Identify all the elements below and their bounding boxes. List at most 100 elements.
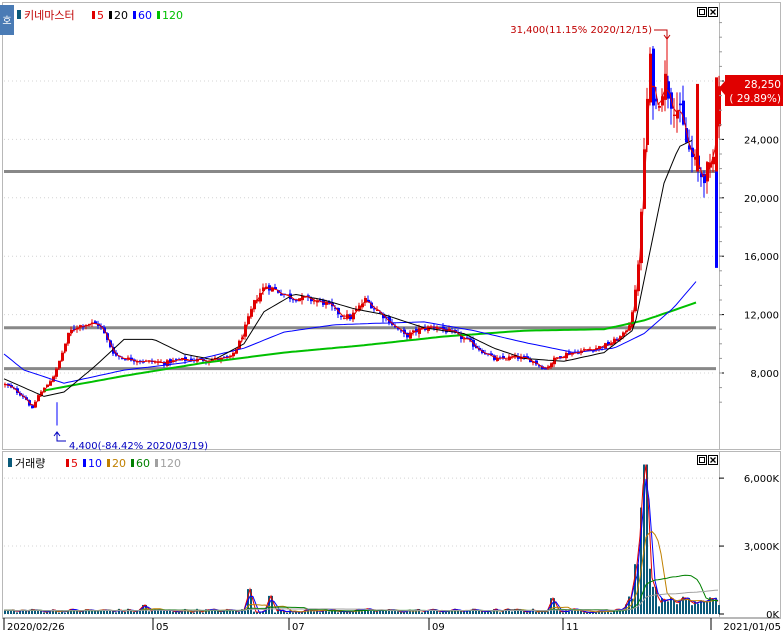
volume-bar — [652, 586, 654, 614]
volume-bar — [604, 612, 606, 614]
x-axis-label: 2021/01/05 — [723, 622, 781, 633]
volume-bar — [253, 611, 255, 614]
volume-bar — [97, 610, 99, 614]
price-tick-label: 24,000 — [744, 135, 779, 146]
volume-bar — [121, 611, 123, 614]
volume-bar — [490, 611, 492, 614]
volume-bar — [43, 612, 45, 614]
ma-legend-swatch — [133, 11, 136, 19]
price-candle-body — [124, 359, 127, 361]
volume-bar — [439, 612, 441, 614]
volume-bar — [25, 610, 27, 614]
price-candle-body — [505, 359, 508, 361]
volume-bar — [328, 611, 330, 614]
price-candle-body — [31, 405, 34, 409]
low-price-annotation: 4,400(-84.42% 2020/03/19) — [69, 441, 208, 452]
volume-tick-label: 0K — [766, 610, 779, 621]
volume-bar — [337, 612, 339, 614]
ma-legend-label: 5 — [71, 457, 78, 470]
volume-bar — [133, 611, 135, 614]
volume-bar — [28, 610, 30, 614]
volume-bar — [568, 611, 570, 614]
volume-panel-frame — [2, 451, 720, 618]
volume-tick-label: 3,000K — [744, 542, 780, 553]
volume-bar — [118, 608, 120, 614]
volume-bar — [685, 599, 687, 614]
price-candle-body — [652, 48, 655, 106]
volume-maximize-button[interactable] — [697, 455, 707, 465]
price-legend-marker — [17, 10, 21, 19]
volume-bar — [469, 611, 471, 614]
volume-bar — [484, 611, 486, 614]
volume-bar — [7, 610, 9, 614]
volume-bar — [286, 612, 288, 614]
price-axis-frame — [719, 2, 781, 450]
volume-bar — [499, 612, 501, 614]
volume-legend-marker — [8, 458, 12, 467]
volume-bar — [313, 611, 315, 614]
price-candle-body — [658, 105, 661, 108]
ma-legend-label: 120 — [160, 457, 181, 470]
volume-bar — [274, 612, 276, 614]
ma-legend-label: 10 — [88, 457, 102, 470]
volume-bar — [511, 611, 513, 614]
volume-bar — [697, 603, 699, 614]
volume-bar — [397, 611, 399, 614]
volume-bar — [718, 605, 720, 614]
volume-bar — [163, 610, 165, 614]
price-candle-body — [295, 300, 298, 302]
price-candle-body — [406, 332, 409, 338]
ma-legend-swatch — [157, 11, 160, 19]
ma-legend-label: 120 — [162, 9, 183, 22]
stock-chart: 28,00024,00020,00016,00012,0008,000 호 키네… — [0, 2, 783, 633]
x-axis: 2020/02/26 05 07 09 11 2021/01/05 — [3, 618, 781, 633]
stock-name: 키네마스터 — [24, 9, 75, 22]
ma-legend-swatch — [131, 459, 134, 467]
volume-bar — [277, 608, 279, 614]
current-change: ( 29.89%) — [729, 93, 781, 105]
x-axis-label: 2020/02/26 — [7, 622, 65, 633]
volume-bar — [382, 610, 384, 614]
price-tick-label: 8,000 — [750, 369, 779, 380]
volume-bar — [148, 611, 150, 614]
volume-bar — [79, 611, 81, 614]
volume-bar — [319, 612, 321, 614]
ma-legend-label: 60 — [136, 457, 150, 470]
volume-bar — [58, 612, 60, 614]
volume-bar — [292, 612, 294, 614]
price-panel-frame — [2, 2, 720, 450]
volume-bar — [460, 611, 462, 614]
price-candle-body — [343, 317, 346, 319]
volume-bar — [238, 611, 240, 614]
volume-bar — [421, 612, 423, 614]
volume-bar — [649, 568, 651, 614]
price-candle-body — [676, 110, 679, 119]
maximize-button[interactable] — [697, 7, 707, 17]
volume-bar — [373, 610, 375, 614]
ma-legend-label: 20 — [112, 457, 126, 470]
price-candle-body — [184, 357, 187, 361]
volume-bar — [712, 599, 714, 614]
price-candle-body — [679, 103, 682, 106]
price-tick-label: 16,000 — [744, 252, 779, 263]
volume-bar — [658, 606, 660, 614]
volume-bar — [676, 604, 678, 614]
volume-bar — [37, 610, 39, 614]
price-candle-body — [696, 83, 699, 172]
volume-bar — [172, 611, 174, 614]
volume-bar — [691, 605, 693, 614]
volume-tick-label: 6,000K — [744, 474, 780, 485]
volume-bar — [361, 611, 363, 614]
volume-bar — [376, 611, 378, 614]
price-tick-label: 20,000 — [744, 194, 779, 205]
volume-bar — [280, 610, 282, 614]
volume-bar — [562, 612, 564, 614]
price-candle-body — [673, 114, 676, 117]
volume-bar — [178, 612, 180, 614]
ma-legend-swatch — [155, 459, 158, 467]
volume-bar — [706, 602, 708, 614]
volume-bar — [526, 612, 528, 614]
price-candle-body — [718, 86, 721, 127]
ma-legend-label: 5 — [97, 9, 104, 22]
x-axis-label: 09 — [432, 622, 445, 633]
